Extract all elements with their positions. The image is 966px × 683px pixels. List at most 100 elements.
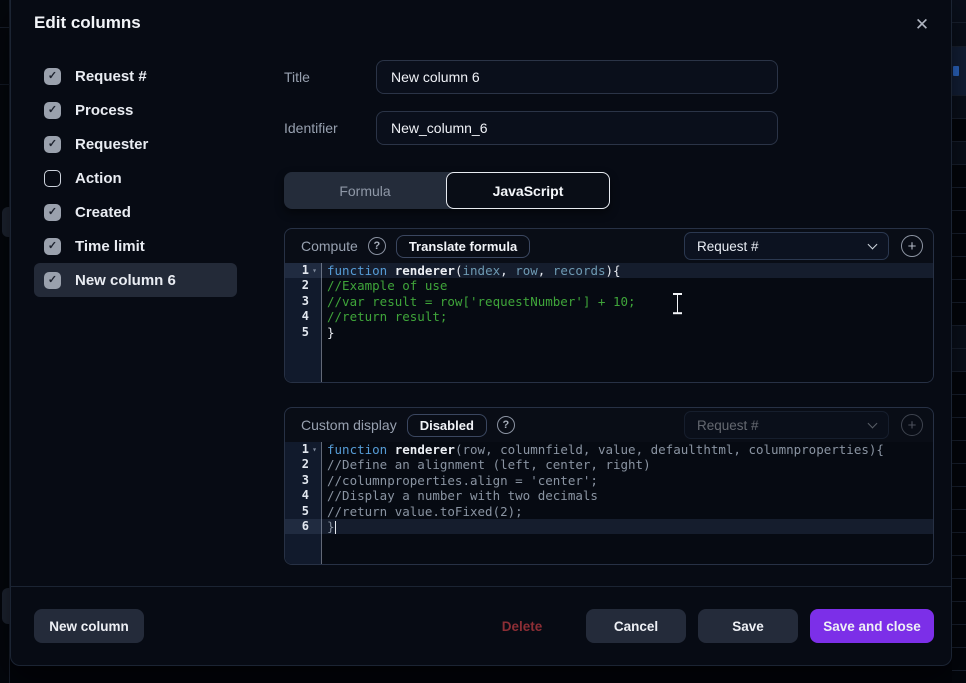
background-table-row	[952, 23, 966, 47]
background-table-row	[952, 165, 966, 188]
code-line[interactable]: 1▾function renderer(row, columnfield, va…	[285, 442, 933, 457]
sidebar-item-time-limit[interactable]: ✓Time limit	[34, 229, 237, 263]
add-icon[interactable]: +	[901, 235, 923, 257]
background-divider	[0, 84, 10, 85]
mode-tabs: Formula JavaScript	[284, 172, 610, 209]
code-text: function renderer(row, columnfield, valu…	[321, 442, 933, 457]
line-number: 1▾	[285, 442, 321, 457]
background-table-row	[952, 395, 966, 418]
sidebar-item-label: Action	[75, 170, 122, 187]
background-table-row	[952, 257, 966, 280]
compute-card: Compute ? Translate formula Request # + …	[284, 228, 934, 383]
title-input[interactable]	[376, 60, 778, 94]
code-line[interactable]: 3//var result = row['requestNumber'] + 1…	[285, 294, 933, 309]
background-table-row	[952, 602, 966, 625]
sidebar-item-action[interactable]: Action	[34, 161, 237, 195]
custom-display-label: Custom display	[301, 417, 397, 433]
code-text: function renderer(index, row, records){	[321, 263, 933, 278]
text-caret	[335, 521, 337, 534]
help-icon[interactable]: ?	[497, 416, 515, 434]
checkbox-checked-icon[interactable]: ✓	[44, 102, 61, 119]
checkbox-checked-icon[interactable]: ✓	[44, 272, 61, 289]
code-line[interactable]: 5}	[285, 325, 933, 340]
save-button[interactable]: Save	[698, 609, 798, 643]
code-line[interactable]: 4//return result;	[285, 309, 933, 324]
code-line[interactable]: 2//Define an alignment (left, center, ri…	[285, 457, 933, 472]
editor-filler[interactable]	[285, 534, 933, 564]
custom-display-card: Custom display Disabled ? Request # + 1▾…	[284, 407, 934, 565]
columns-list: ✓ Request # ✓ Process ✓ Requester Action ✓ Creat…	[34, 59, 237, 297]
fold-caret-icon: ▾	[310, 442, 319, 457]
disabled-toggle-button[interactable]: Disabled	[407, 414, 487, 437]
background-highlight-fragment	[953, 66, 959, 76]
new-column-button[interactable]: New column	[34, 609, 144, 643]
sidebar-item-request-[interactable]: ✓ Request #	[34, 59, 237, 93]
tab-javascript[interactable]: JavaScript	[446, 172, 610, 209]
background-table-row	[952, 142, 966, 165]
code-line[interactable]: 6}	[285, 519, 933, 534]
close-icon[interactable]: ✕	[909, 12, 935, 38]
line-number: 5	[285, 504, 321, 519]
editor-filler[interactable]	[285, 340, 933, 382]
code-text: //Display a number with two decimals	[321, 488, 933, 503]
checkbox-checked-icon[interactable]: ✓	[44, 136, 61, 153]
background-table-row	[952, 96, 966, 119]
background-table-row	[952, 579, 966, 602]
compute-column-dropdown[interactable]: Request #	[684, 232, 889, 260]
code-line[interactable]: 3//columnproperties.align = 'center';	[285, 473, 933, 488]
checkbox-checked-icon[interactable]: ✓	[44, 204, 61, 221]
add-icon: +	[901, 414, 923, 436]
code-line[interactable]: 5//return value.toFixed(2);	[285, 504, 933, 519]
sidebar-item-label: Requester	[75, 136, 148, 153]
chevron-down-icon	[868, 418, 878, 428]
custom-display-column-dropdown: Request #	[684, 411, 889, 439]
sidebar-item-label: Request #	[75, 68, 147, 85]
background-table-row	[952, 188, 966, 211]
sidebar-item-created[interactable]: ✓ Created	[34, 195, 237, 229]
line-number: 6	[285, 519, 321, 534]
sidebar-item-process[interactable]: ✓ Process	[34, 93, 237, 127]
cancel-button[interactable]: Cancel	[586, 609, 686, 643]
custom-display-code-editor[interactable]: 1▾function renderer(row, columnfield, va…	[285, 442, 933, 564]
sidebar-item-new-column-6[interactable]: ✓New column 6	[34, 263, 237, 297]
identifier-input[interactable]	[376, 111, 778, 145]
translate-formula-button[interactable]: Translate formula	[396, 235, 530, 258]
line-number: 4	[285, 488, 321, 503]
screen: Edit columns ✕ ✓Request #✓Process✓Reques…	[0, 0, 966, 683]
title-label: Title	[284, 60, 310, 94]
delete-button[interactable]: Delete	[489, 609, 555, 643]
help-icon[interactable]: ?	[368, 237, 386, 255]
sidebar-item-requester[interactable]: ✓ Requester	[34, 127, 237, 161]
sidebar-item-label: Process	[75, 102, 133, 119]
background-table-row	[952, 0, 966, 23]
background-table-edge	[952, 0, 966, 683]
checkbox-checked-icon[interactable]: ✓	[44, 238, 61, 255]
background-fragment	[2, 588, 10, 624]
save-and-close-button[interactable]: Save and close	[810, 609, 934, 643]
background-table-row	[952, 303, 966, 326]
compute-code-editor[interactable]: 1▾function renderer(index, row, records)…	[285, 263, 933, 382]
background-table-row	[952, 510, 966, 533]
code-line[interactable]: 1▾function renderer(index, row, records)…	[285, 263, 933, 278]
code-line[interactable]: 2//Example of use	[285, 278, 933, 293]
background-table-row	[952, 326, 966, 349]
background-table-row	[952, 464, 966, 487]
code-text: //Example of use	[321, 278, 933, 293]
dropdown-value: Request #	[697, 418, 759, 433]
sidebar-item-label: Created	[75, 204, 131, 221]
background-table-row	[952, 418, 966, 441]
background-table-row	[952, 625, 966, 648]
line-number: 3	[285, 473, 321, 488]
checkbox-unchecked-icon[interactable]	[44, 170, 61, 187]
line-number: 5	[285, 325, 321, 340]
dialog-footer: New column Delete Cancel Save Save and c…	[11, 586, 951, 665]
line-number: 2	[285, 457, 321, 472]
background-table-row	[952, 648, 966, 671]
tab-formula[interactable]: Formula	[284, 172, 446, 209]
checkbox-checked-icon[interactable]: ✓	[44, 68, 61, 85]
line-number: 4	[285, 309, 321, 324]
code-line[interactable]: 4//Display a number with two decimals	[285, 488, 933, 503]
code-text: }	[321, 519, 933, 534]
background-table-row	[952, 234, 966, 257]
code-text: //return result;	[321, 309, 933, 324]
